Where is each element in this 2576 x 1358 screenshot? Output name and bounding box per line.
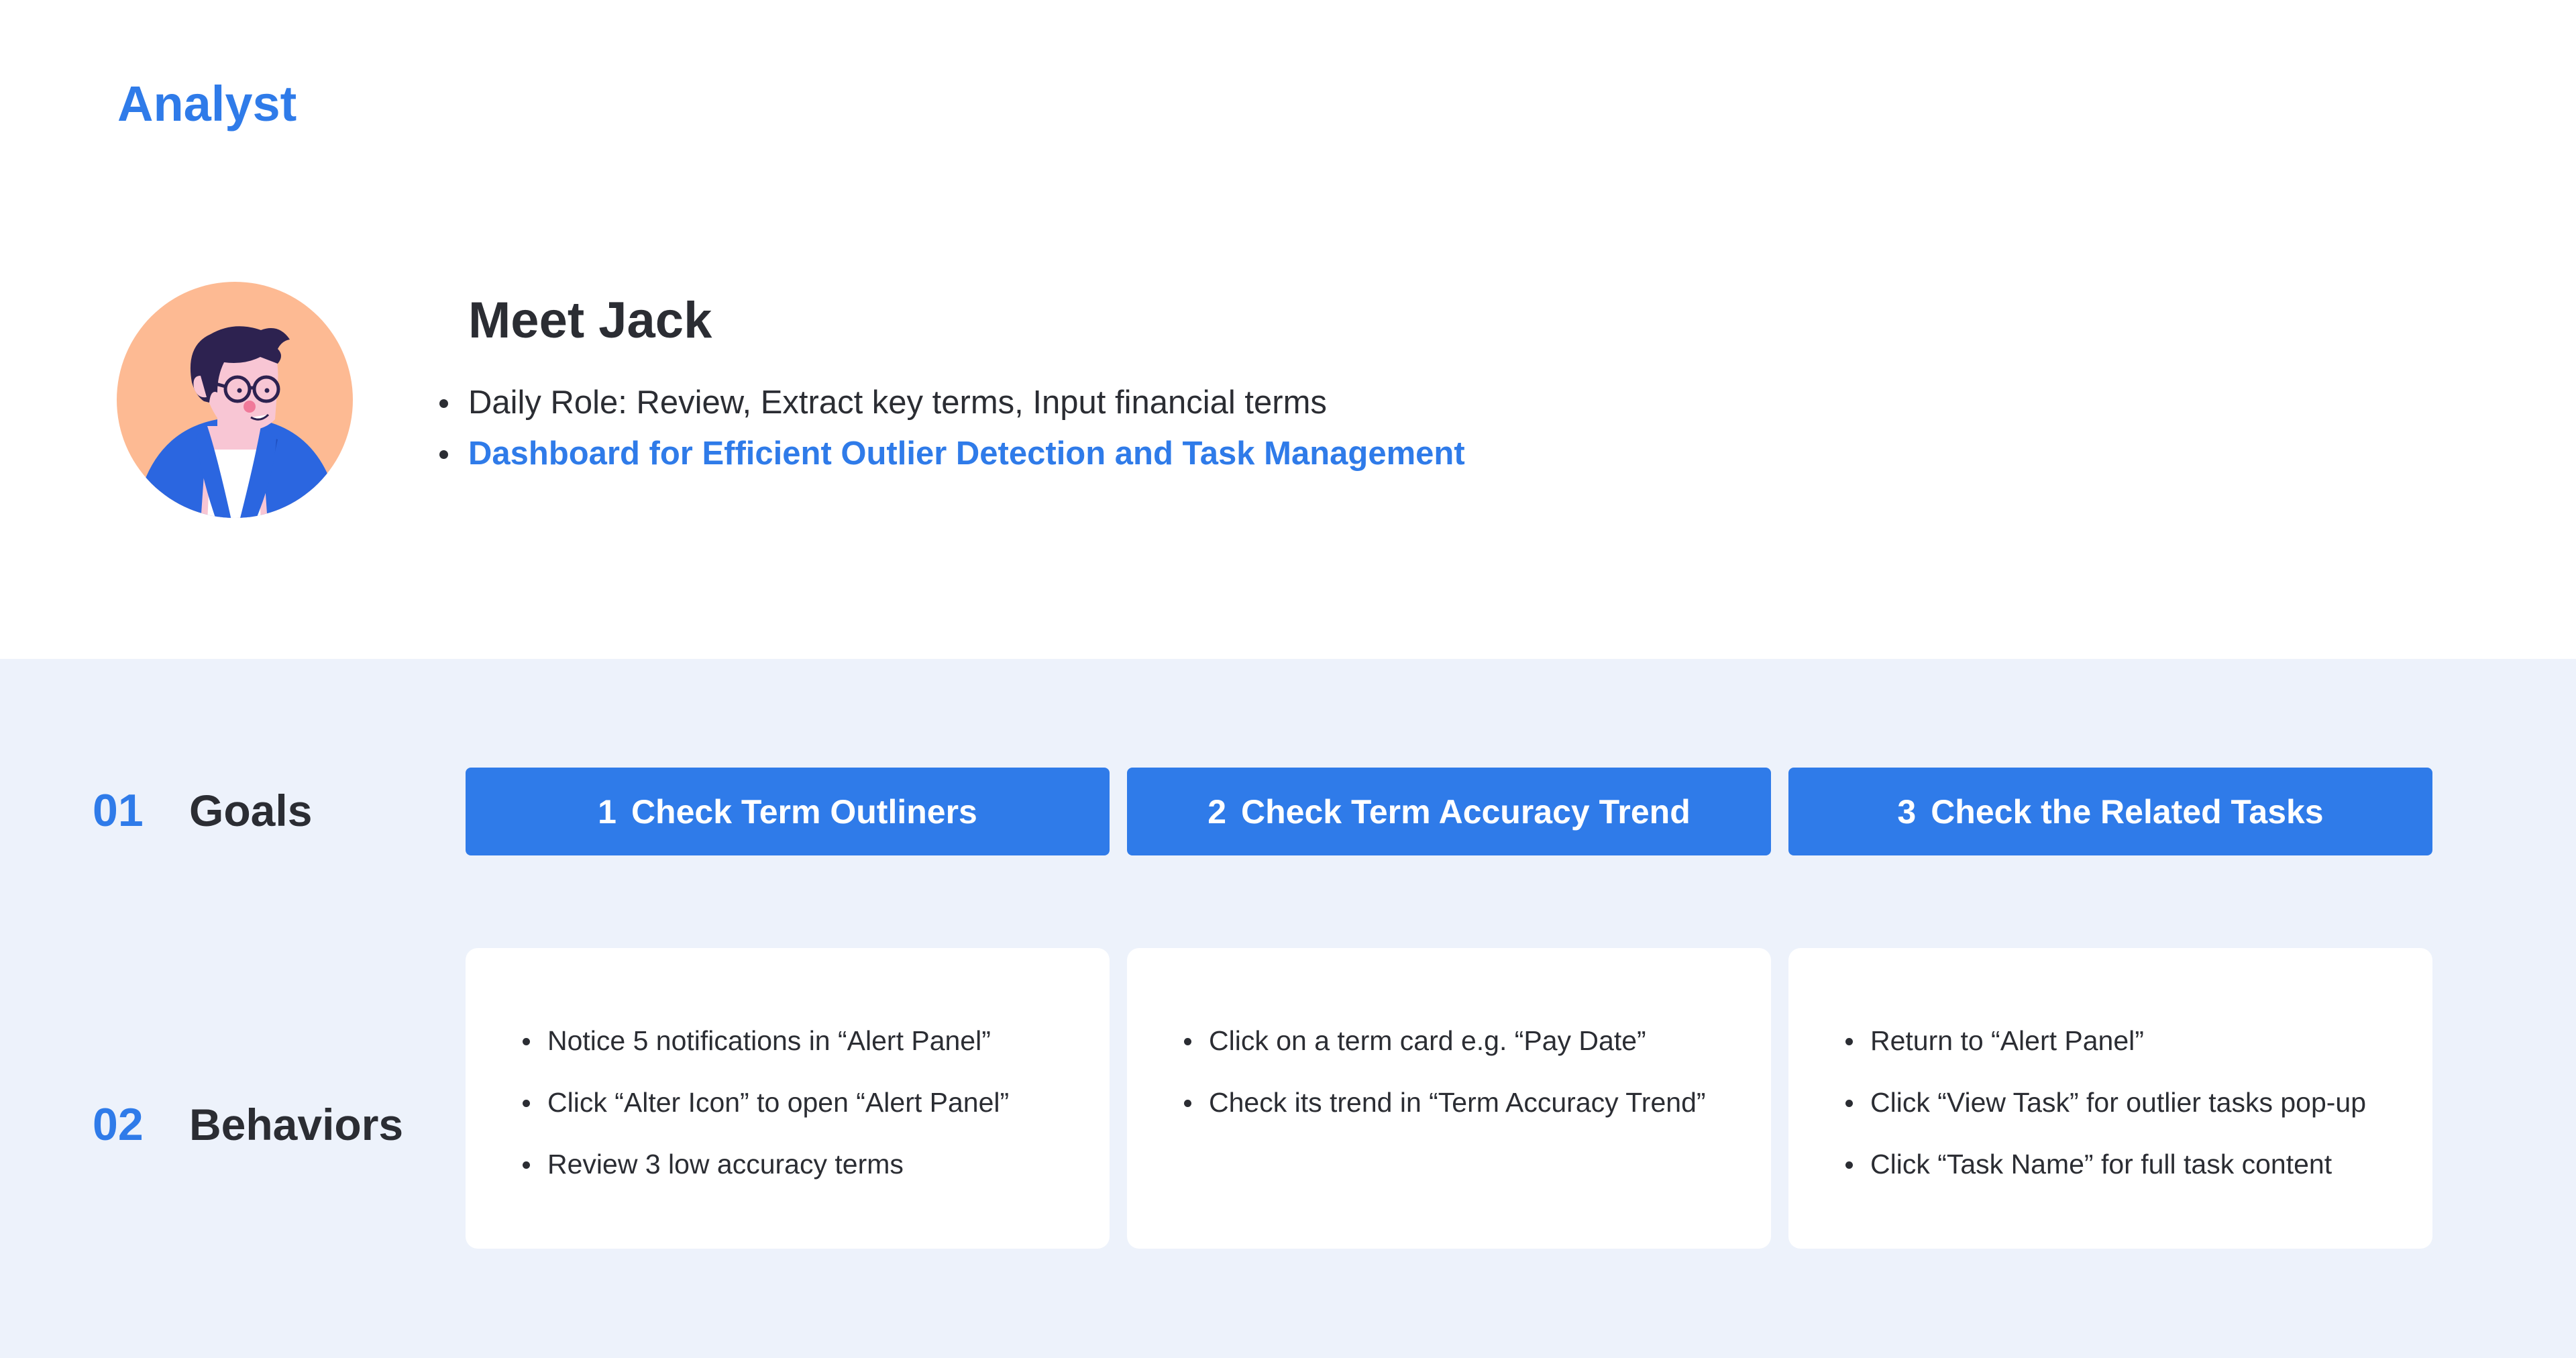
- goal-check-related-tasks-button[interactable]: 3 Check the Related Tasks: [1788, 768, 2432, 855]
- behavior-item: Check its trend in “Term Accuracy Trend”: [1184, 1072, 1706, 1133]
- behavior-item: Click on a term card e.g. “Pay Date”: [1184, 1010, 1706, 1072]
- dashboard-goal-bullet: Dashboard for Efficient Outlier Detectio…: [439, 428, 1465, 479]
- goal-check-term-accuracy-trend-button[interactable]: 2 Check Term Accuracy Trend: [1127, 768, 1771, 855]
- goals-row-label: 01 Goals: [93, 784, 312, 837]
- goal-number: 3: [1897, 792, 1917, 831]
- behavior-list: Notice 5 notifications in “Alert Panel” …: [522, 1010, 1009, 1195]
- persona-name: Meet Jack: [468, 292, 712, 349]
- behavior-item: Click “View Task” for outlier tasks pop-…: [1845, 1072, 2366, 1133]
- persona-intro: Meet Jack Daily Role: Review, Extract ke…: [439, 292, 1465, 479]
- behaviors-number: 02: [93, 1099, 144, 1150]
- goal-label: Check Term Accuracy Trend: [1241, 792, 1690, 831]
- goal-check-term-outliners-button[interactable]: 1 Check Term Outliners: [466, 768, 1110, 855]
- persona-bullets: Daily Role: Review, Extract key terms, I…: [439, 377, 1465, 479]
- goal-label: Check the Related Tasks: [1931, 792, 2324, 831]
- behaviors-label: Behaviors: [189, 1100, 404, 1149]
- behavior-item: Notice 5 notifications in “Alert Panel”: [522, 1010, 1009, 1072]
- behavior-item: Click “Alter Icon” to open “Alert Panel”: [522, 1072, 1009, 1133]
- behavior-item: Review 3 low accuracy terms: [522, 1133, 1009, 1195]
- goals-number: 01: [93, 785, 144, 836]
- goals-label: Goals: [189, 786, 313, 835]
- page-title: Analyst: [117, 76, 297, 132]
- behaviors-row-label: 02 Behaviors: [93, 1098, 403, 1151]
- behavior-card-related-tasks: Return to “Alert Panel” Click “View Task…: [1788, 948, 2432, 1249]
- behavior-list: Return to “Alert Panel” Click “View Task…: [1845, 1010, 2366, 1195]
- behavior-list: Click on a term card e.g. “Pay Date” Che…: [1184, 1010, 1706, 1133]
- goal-label: Check Term Outliners: [631, 792, 977, 831]
- man-with-glasses-avatar-icon: [117, 282, 353, 518]
- behavior-item: Return to “Alert Panel”: [1845, 1010, 2366, 1072]
- behavior-card-outliners: Notice 5 notifications in “Alert Panel” …: [466, 948, 1110, 1249]
- behavior-card-accuracy-trend: Click on a term card e.g. “Pay Date” Che…: [1127, 948, 1771, 1249]
- persona-section: Analyst Meet Jack Daily Role: Review, Ex…: [0, 0, 2576, 659]
- daily-role-bullet: Daily Role: Review, Extract key terms, I…: [439, 377, 1465, 428]
- behavior-item: Click “Task Name” for full task content: [1845, 1133, 2366, 1195]
- goal-number: 2: [1208, 792, 1227, 831]
- goal-number: 1: [598, 792, 616, 831]
